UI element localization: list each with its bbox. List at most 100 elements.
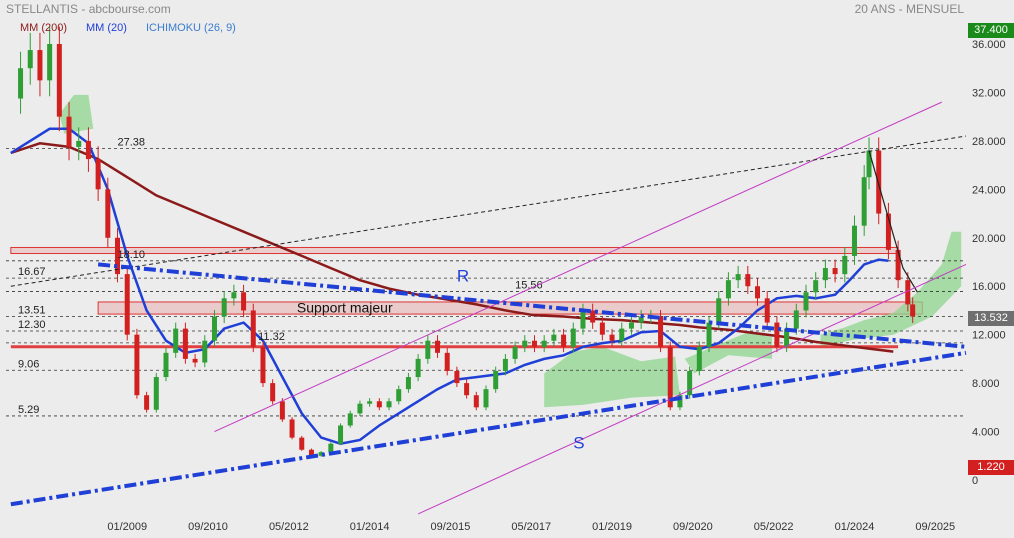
candle-body [182,328,188,359]
level-label: 5.29 [18,404,39,416]
support-label: S [573,434,584,453]
candle-body [866,150,872,178]
candle-body [231,292,237,299]
candle-body [803,292,809,311]
candle-body [241,292,247,311]
candle-body [551,334,557,341]
candle-body [192,358,198,363]
candle-body [144,395,150,410]
candle-body [861,177,867,226]
x-tick-label: 01/2024 [835,521,875,533]
level-label: 27.38 [118,136,146,148]
candle-body [173,328,179,353]
candle-body [813,280,819,293]
candle-body [56,44,62,117]
candle-body [493,371,499,390]
candle-body [561,334,567,347]
candle-body [706,322,712,347]
candle-body [522,340,528,347]
y-tick-label: 4.000 [972,427,1000,439]
candle-body [531,340,537,347]
candle-body [716,298,722,323]
candle-body [822,268,828,281]
candle-body [628,322,634,329]
candle-body [910,304,916,317]
candle-body [774,322,780,347]
candle-body [386,401,392,408]
legend-ma20[interactable]: MM (20) [86,22,127,34]
candle-body [658,316,664,347]
y-tick-label: 32.000 [972,87,1006,99]
candle-body [415,358,421,378]
candle-body [153,377,159,410]
x-tick-label: 05/2017 [511,521,551,533]
candle-body [328,443,334,453]
candle-body [793,310,799,329]
candle-body [27,50,33,69]
y-tick-label: 28.000 [972,136,1006,148]
candle-body [905,280,911,305]
last-price-tag: 13.532 [968,311,1014,326]
candle-body [435,340,441,353]
candle-body [299,437,305,450]
candle-body [842,255,848,275]
level-label: 13.51 [18,304,46,316]
candle-body [250,310,256,347]
y-tick-label: 16.000 [972,281,1006,293]
candle-body [444,352,450,371]
dashed-trend-line [10,135,967,287]
candle-body [502,358,508,371]
candle-body [696,346,702,371]
candle-body [512,346,518,359]
candle-body [105,189,111,238]
candle-body [895,249,901,281]
candle-body [725,280,731,299]
candle-body [473,395,479,408]
y-tick-label: 8.000 [972,378,1000,390]
candle-body [85,140,91,160]
x-tick-label: 09/2020 [673,521,713,533]
candle-body [590,310,596,323]
x-tick-label: 01/2014 [350,521,390,533]
x-tick-label: 01/2009 [107,521,147,533]
legend-ma200[interactable]: MM (200) [20,22,67,34]
y-tick-label: 0 [972,475,978,487]
candle-body [580,310,586,329]
candle-body [37,50,43,81]
y-tick-label: 36.000 [972,39,1006,51]
candle-body [270,383,276,402]
candle-body [211,316,217,341]
legend-ichimoku[interactable]: ICHIMOKU (26, 9) [146,22,236,34]
x-tick-label: 09/2015 [431,521,471,533]
candle-body [876,150,882,214]
candle-body [851,225,857,256]
x-tick-label: 05/2022 [754,521,794,533]
candle-body [202,340,208,363]
candle-body [599,322,605,335]
candle-body [367,401,373,404]
x-tick-label: 09/2025 [915,521,955,533]
candle-body [95,159,101,190]
resistance-label: R [457,266,469,285]
candle-body [755,286,761,299]
level-label: 18.10 [118,249,146,261]
y-tick-label: 20.000 [972,233,1006,245]
candle-body [163,352,169,378]
candle-body [425,340,431,359]
candle-body [609,334,615,341]
candle-body [541,340,547,347]
x-tick-label: 09/2010 [188,521,228,533]
candle-body [376,401,382,408]
x-tick-label: 01/2019 [592,521,632,533]
level-label: 9.06 [18,358,39,370]
candle-body [289,419,295,438]
candle-body [66,116,72,147]
candle-body [735,274,741,281]
candle-body [570,328,576,347]
candle-body [338,425,344,444]
candle-body [279,401,285,420]
candle-body [454,371,460,384]
chart-title: STELLANTIS - abcbourse.com [6,2,171,16]
support-zone-label: Support majeur [297,299,393,315]
price-chart: 01/2009 09/2010 05/2012 01/2014 09/2015 05/20… [6,26,1006,533]
